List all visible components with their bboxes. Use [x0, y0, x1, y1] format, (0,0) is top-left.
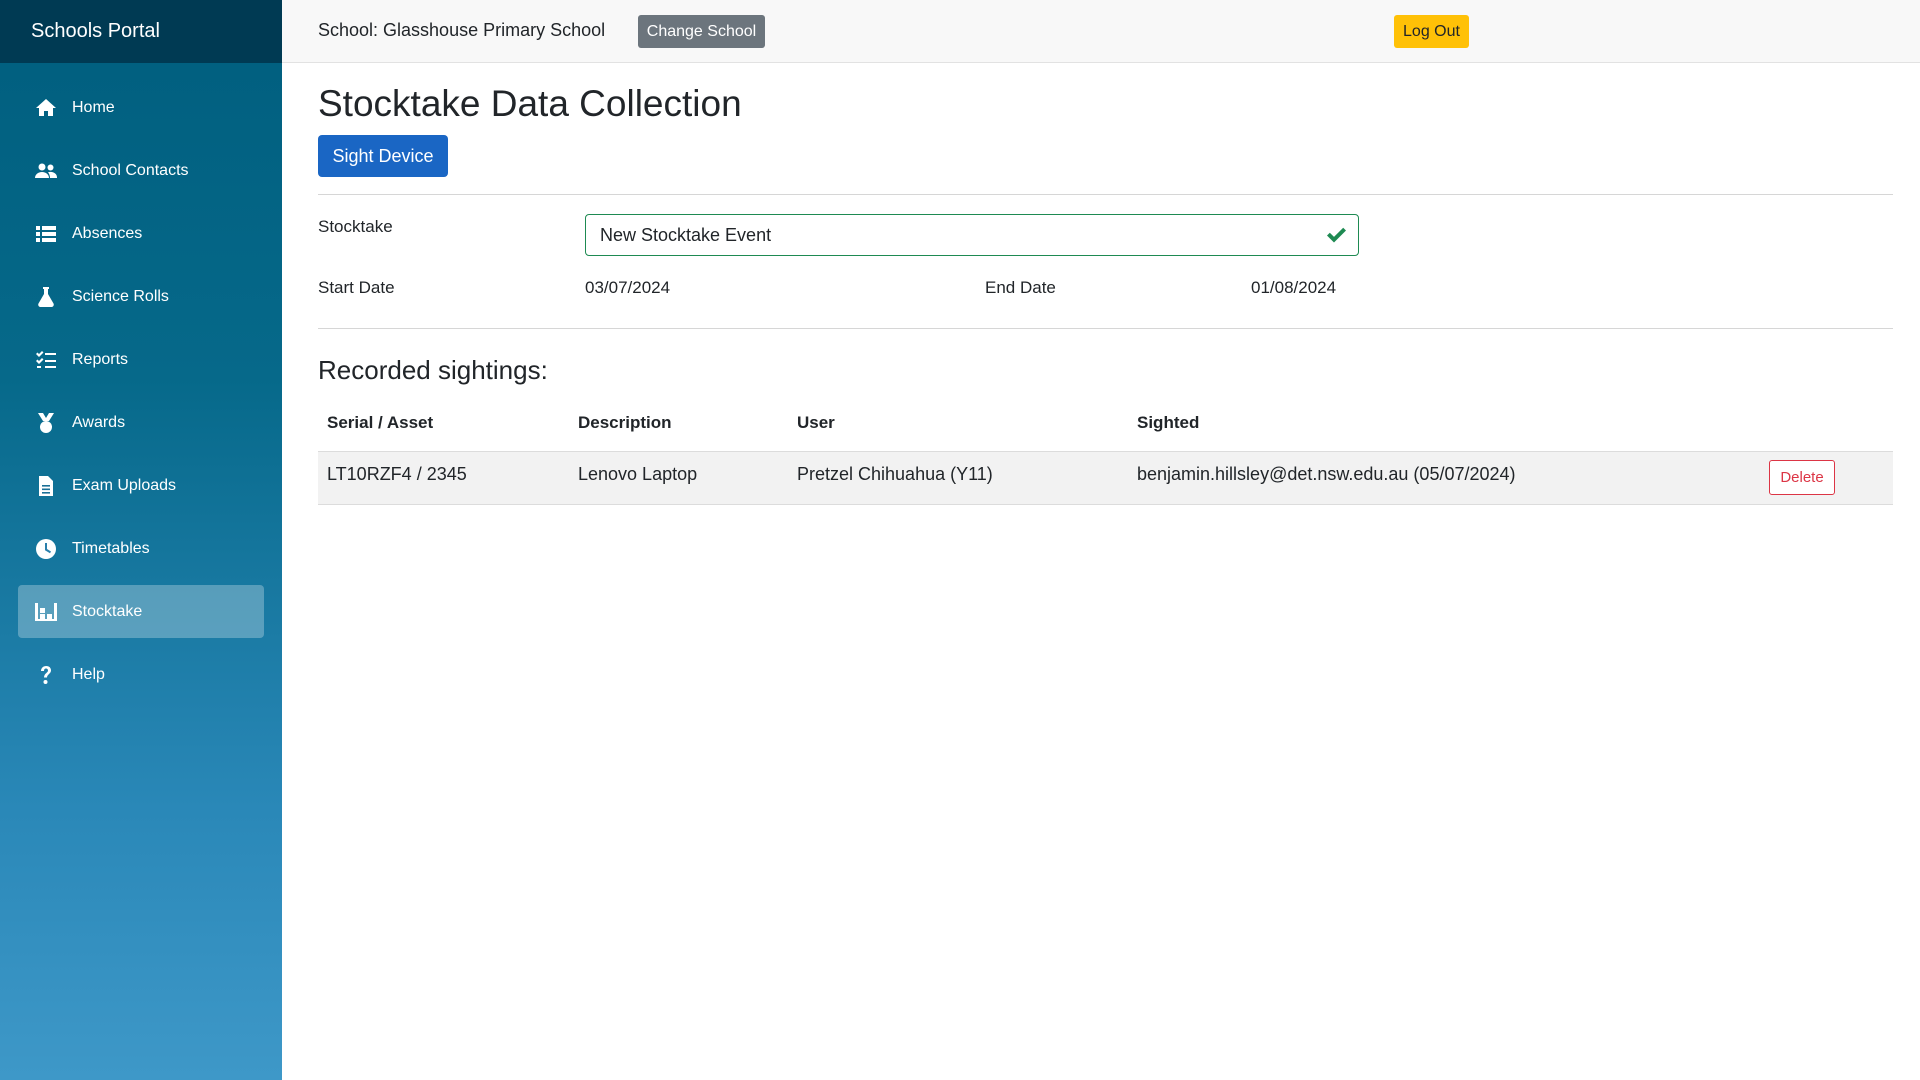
sidebar-item-help[interactable]: Help — [18, 648, 264, 701]
sidebar-item-label: Science Rolls — [72, 287, 169, 305]
question-icon — [34, 663, 58, 687]
users-icon — [34, 159, 58, 183]
column-header: User — [797, 413, 835, 432]
warehouse-icon — [34, 600, 58, 624]
divider — [318, 328, 1893, 329]
sidebar-item-label: Reports — [72, 350, 129, 368]
serial-asset-cell: LT10RZF4 / 2345 — [327, 464, 467, 484]
sidebar-item-school-contacts[interactable]: School Contacts — [18, 144, 264, 197]
sidebar-item-label: School Contacts — [72, 161, 189, 179]
log-out-button[interactable]: Log Out — [1394, 15, 1469, 48]
sidebar-item-absences[interactable]: Absences — [18, 207, 264, 260]
flask-icon — [34, 285, 58, 309]
stocktake-label: Stocktake — [318, 217, 393, 236]
description-cell: Lenovo Laptop — [578, 464, 698, 484]
start-date-value: 03/07/2024 — [585, 278, 671, 297]
start-date-label: Start Date — [318, 278, 395, 297]
school-label: School: Glasshouse Primary School — [318, 20, 606, 40]
sidebar-item-reports[interactable]: Reports — [18, 333, 264, 386]
sighted-cell: benjamin.hillsley@det.nsw.edu.au (05/07/… — [1137, 464, 1516, 484]
sidebar-item-home[interactable]: Home — [18, 81, 264, 134]
sidebar-item-label: Absences — [72, 224, 143, 242]
delete-button[interactable]: Delete — [1769, 460, 1835, 495]
sidebar-item-exam-uploads[interactable]: Exam Uploads — [18, 459, 264, 512]
sidebar-item-science-rolls[interactable]: Science Rolls — [18, 270, 264, 323]
change-school-button[interactable]: Change School — [638, 15, 765, 48]
sidebar-item-awards[interactable]: Awards — [18, 396, 264, 449]
sidebar-item-timetables[interactable]: Timetables — [18, 522, 264, 575]
home-icon — [34, 96, 58, 120]
column-header: Description — [578, 413, 672, 432]
sidebar-item-label: Awards — [72, 413, 126, 431]
app-title: Schools Portal — [0, 0, 282, 63]
end-date-label: End Date — [985, 278, 1056, 297]
sidebar-item-label: Timetables — [72, 539, 150, 557]
sidebar-item-stocktake[interactable]: Stocktake — [18, 585, 264, 638]
end-date-value: 01/08/2024 — [1251, 278, 1337, 297]
sidebar-item-label: Help — [72, 665, 105, 683]
stocktake-field[interactable] — [585, 214, 1359, 256]
check-icon — [1327, 227, 1346, 243]
sight-device-button[interactable]: Sight Device — [318, 135, 448, 177]
page-title: Stocktake Data Collection — [318, 83, 742, 124]
column-header: Serial / Asset — [327, 413, 434, 432]
sidebar: Schools Portal Home School Contacts Abse… — [0, 0, 282, 1080]
table-row: LT10RZF4 / 2345 Lenovo Laptop Pretzel Ch… — [318, 452, 1893, 505]
list-icon — [34, 222, 58, 246]
column-header: Sighted — [1137, 413, 1200, 432]
clock-icon — [34, 537, 58, 561]
medal-icon — [34, 411, 58, 435]
sidebar-item-label: Exam Uploads — [72, 476, 177, 494]
topbar: School: Glasshouse Primary School Change… — [282, 0, 1920, 63]
sidebar-item-label: Home — [72, 98, 115, 116]
sidebar-item-label: Stocktake — [72, 602, 143, 620]
section-title: Recorded sightings: — [318, 355, 548, 385]
checklist-icon — [34, 348, 58, 372]
divider — [318, 194, 1893, 195]
user-cell: Pretzel Chihuahua (Y11) — [797, 464, 993, 484]
file-icon — [34, 474, 58, 498]
